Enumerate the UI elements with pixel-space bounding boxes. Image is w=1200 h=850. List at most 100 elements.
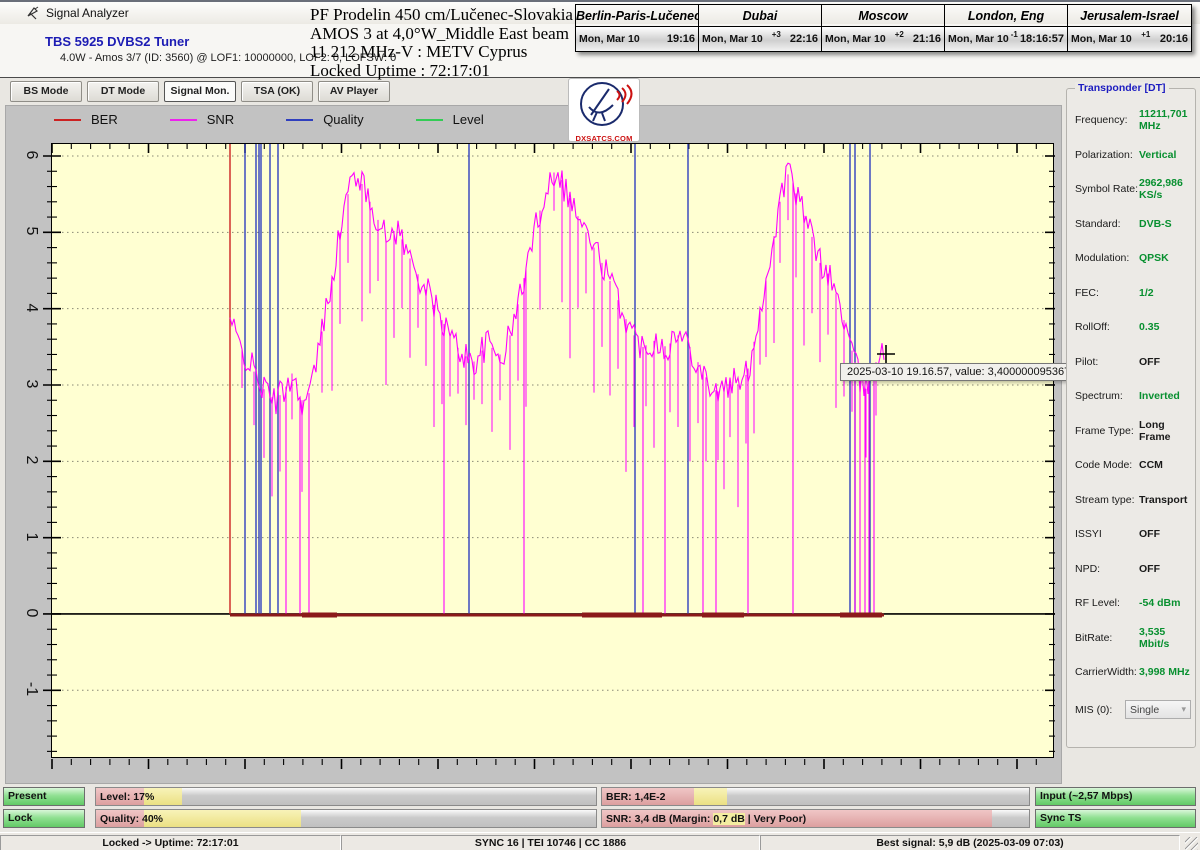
transponder-row: RollOff: 0.35 [1075,310,1191,345]
legend-item: Quality [286,112,363,127]
transponder-row-label: RollOff: [1075,321,1110,333]
present-indicator: Present [3,787,85,806]
transponder-row-value: 2962,986 KS/s [1139,177,1191,201]
mis-selected-value: Single [1130,704,1159,716]
tuner-name: TBS 5925 DVBS2 Tuner [45,34,189,49]
clock-dubai: Dubai Mon, Mar 10 +3 22:16 [699,5,822,51]
transponder-row-label: Stream type: [1075,494,1135,506]
clock-city-label: Dubai [699,5,821,27]
legend-line-swatch [416,119,443,121]
transponder-row: Polarization:Vertical [1075,138,1191,173]
tab-bs-mode[interactable]: BS Mode [10,81,82,102]
clock-time: 20:16 [1160,33,1188,45]
transponder-row-label: Polarization: [1075,149,1133,161]
legend-label: Level [453,112,484,127]
signal-chart[interactable]: 2025-03-10 19.16.57, value: 3,4000000953… [51,143,1054,758]
lock-indicator: Lock [3,809,85,828]
clock-time: 19:16 [667,33,695,45]
snr-margin-highlight: 0,7 dB [713,813,745,825]
transponder-row-label: Frequency: [1075,114,1128,126]
y-axis-label: 6 [20,145,40,165]
transponder-panel: Transponder [DT] Frequency:11211,701 MHz… [1066,88,1196,748]
transponder-row-value: CCM [1139,459,1191,471]
dxsatcs-logo: DXSATCS.COM [568,78,640,142]
legend-item: SNR [170,112,234,127]
transponder-row-value: OFF [1139,356,1191,368]
legend-label: Quality [323,112,363,127]
clock-city-label: London, Eng [945,5,1067,27]
transponder-row-value: 3,535 Mbit/s [1139,626,1191,650]
transponder-row-value: DVB-S [1139,218,1191,230]
y-axis-label: 5 [20,221,40,241]
clock-time: 22:16 [790,33,818,45]
clock-date: Mon, Mar 10 [948,33,1009,45]
clock-london: London, Eng Mon, Mar 10-118:16:57 [945,5,1068,51]
status-bar: Locked -> Uptime: 72:17:01 SYNC 16 | TEI… [0,832,1200,850]
logo-text: DXSATCS.COM [569,134,639,143]
clock-offset: +1 [1141,30,1150,39]
transponder-row-label: BitRate: [1075,632,1112,644]
statusbar-sync-counts: SYNC 16 | TEI 10746 | CC 1886 [341,835,760,850]
transponder-row-value: QPSK [1139,252,1191,264]
clock-date: Mon, Mar 10 [825,33,886,45]
transponder-row: Symbol Rate:2962,986 KS/s [1075,172,1191,207]
y-axis-label: 3 [20,374,40,394]
transponder-row-value: -54 dBm [1139,597,1191,609]
transponder-row-label: CarrierWidth: [1075,666,1137,678]
transponder-row: Spectrum: Inverted [1075,379,1191,414]
transponder-row: RF Level: -54 dBm [1075,586,1191,621]
transponder-row-label: Code Mode: [1075,459,1132,471]
legend-label: SNR [207,112,234,127]
tab-av-player[interactable]: AV Player [318,81,390,102]
transponder-row-label: RF Level: [1075,597,1120,609]
clock-time: 21:16 [913,33,941,45]
transponder-panel-title: Transponder [DT] [1075,82,1169,94]
transponder-row-value: 0.35 [1139,321,1191,333]
statusbar-uptime: Locked -> Uptime: 72:17:01 [0,835,341,850]
clock-offset: +3 [772,30,781,39]
tab-tsa[interactable]: TSA (OK) [241,81,313,102]
resize-grip-icon[interactable] [1185,837,1198,850]
y-axis-label: 1 [20,527,40,547]
clock-moscow: Moscow Mon, Mar 10+221:16 [822,5,945,51]
transponder-row-label: Standard: [1075,218,1121,230]
transponder-row-value: 11211,701 MHz [1139,108,1191,132]
clock-date: Mon, Mar 10 [1071,33,1132,45]
transponder-row: Standard: DVB-S [1075,207,1191,242]
legend-item: Level [416,112,484,127]
world-clocks: Berlin-Paris-Lučenec Mon, Mar 1019:16 Du… [575,4,1192,52]
transponder-row: FEC:1/2 [1075,276,1191,311]
site-description: PF Prodelin 450 cm/Lučenec-Slovakia AMOS… [310,6,573,80]
transponder-row: NPD:OFF [1075,552,1191,587]
clock-offset: +2 [895,30,904,39]
quality-bar-label: Quality: 40% [100,813,163,825]
clock-offset: -1 [1011,30,1018,39]
legend-item: BER [54,112,118,127]
quality-bar: Quality: 40% [95,809,597,828]
transponder-row: Frequency: 11211,701 MHz [1075,103,1191,138]
level-bar-label: Level: 17% [100,791,154,803]
transponder-row: Frame Type:Long Frame [1075,414,1191,449]
input-indicator: Input (~2,57 Mbps) [1035,787,1196,806]
tab-signal-mon[interactable]: Signal Mon. [164,81,236,102]
statusbar-best-signal: Best signal: 5,9 dB (2025-03-09 07:03) [760,835,1180,850]
ber-bar-label: BER: 1,4E-2 [606,791,666,803]
transponder-row-label: FEC: [1075,287,1099,299]
tab-dt-mode[interactable]: DT Mode [87,81,159,102]
clock-time: 18:16:57 [1020,33,1064,45]
status-area: Present Lock Level: 17% Quality: 40% BER… [0,786,1200,832]
transponder-row: Code Mode: CCM [1075,448,1191,483]
snr-bar: SNR: 3,4 dB (Margin: 0,7 dB | Very Poor) [601,809,1030,828]
mis-dropdown[interactable]: Single ▾ [1125,700,1191,719]
snr-bar-label: SNR: 3,4 dB (Margin: 0,7 dB | Very Poor) [606,813,806,825]
transponder-row-value: Inverted [1139,390,1191,402]
transponder-row-value: OFF [1139,563,1191,575]
transponder-row-label: Spectrum: [1075,390,1123,402]
legend-line-swatch [286,119,313,121]
clock-date: Mon, Mar 10 [702,33,763,45]
chart-panel: BER SNR Quality Level 2025-03-10 19.16.57, … [5,105,1062,784]
chart-tooltip: 2025-03-10 19.16.57, value: 3,4000000953… [840,363,1090,381]
transponder-row-label: Modulation: [1075,252,1129,264]
transponder-row-value: Long Frame [1139,419,1191,443]
clock-jerusalem: Jerusalem-Israel Mon, Mar 10+120:16 [1068,5,1191,51]
